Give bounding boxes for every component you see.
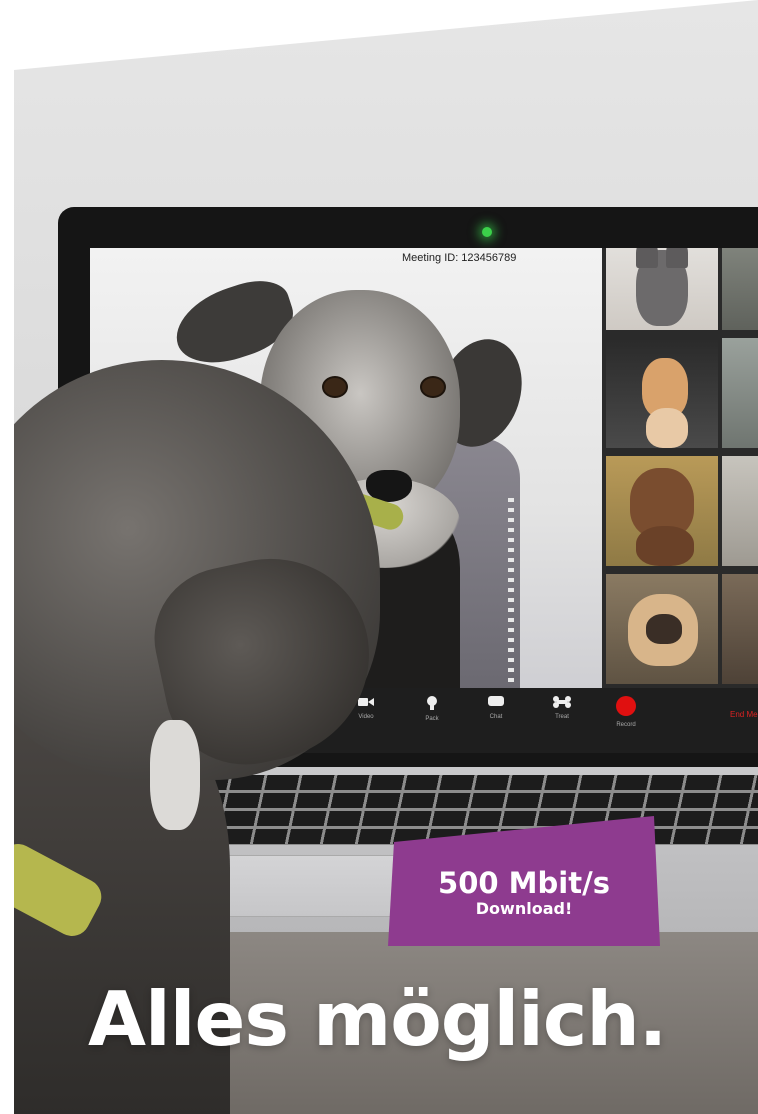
record-button[interactable]: Record xyxy=(598,696,654,728)
record-icon xyxy=(616,696,636,716)
participant-tile-brown-dog[interactable] xyxy=(606,456,718,566)
dog-chest xyxy=(646,408,688,448)
webcam-light xyxy=(482,227,492,237)
dog-body xyxy=(636,526,694,566)
participant-tile-chihuahua[interactable] xyxy=(606,338,718,448)
chair-studs xyxy=(508,498,514,688)
participant-tile-partial[interactable] xyxy=(722,456,758,566)
participant-tile-partial[interactable] xyxy=(722,574,758,684)
photo-panel: Meeting ID: 123456789 Video Pack Chat Tr… xyxy=(14,0,758,1114)
dog-eye-right xyxy=(420,376,446,398)
ad-page: Meeting ID: 123456789 Video Pack Chat Tr… xyxy=(0,0,758,1114)
badge-subtitle: Download! xyxy=(475,898,573,918)
participant-tile-partial[interactable] xyxy=(722,248,758,330)
foreground-dog-white-patch xyxy=(150,720,200,830)
dog-eye-left xyxy=(322,376,348,398)
pack-button[interactable]: Pack xyxy=(404,696,460,722)
headline: Alles möglich. xyxy=(88,975,667,1063)
participant-tile-partial[interactable] xyxy=(722,338,758,448)
treat-button[interactable]: Treat xyxy=(534,696,590,720)
video-camera-icon xyxy=(358,698,374,706)
chat-label: Chat xyxy=(489,714,503,720)
chat-button[interactable]: Chat xyxy=(468,696,524,720)
badge-speed: 500 Mbit/s xyxy=(438,866,610,901)
trophy-icon xyxy=(427,696,437,710)
pack-label: Pack xyxy=(425,716,439,722)
end-meeting-button[interactable]: End Meeting xyxy=(730,710,758,719)
treat-label: Treat xyxy=(555,714,569,720)
meeting-id: Meeting ID: 123456789 xyxy=(402,252,517,264)
participant-tile-pug[interactable] xyxy=(606,574,718,684)
chat-bubble-icon xyxy=(488,696,504,706)
bone-icon xyxy=(553,696,571,708)
record-label: Record xyxy=(616,722,636,728)
participant-tile-cat[interactable] xyxy=(606,248,718,330)
pug-face xyxy=(646,614,682,644)
cat-ear-icon xyxy=(636,248,658,268)
cat-ear-icon xyxy=(666,248,688,268)
